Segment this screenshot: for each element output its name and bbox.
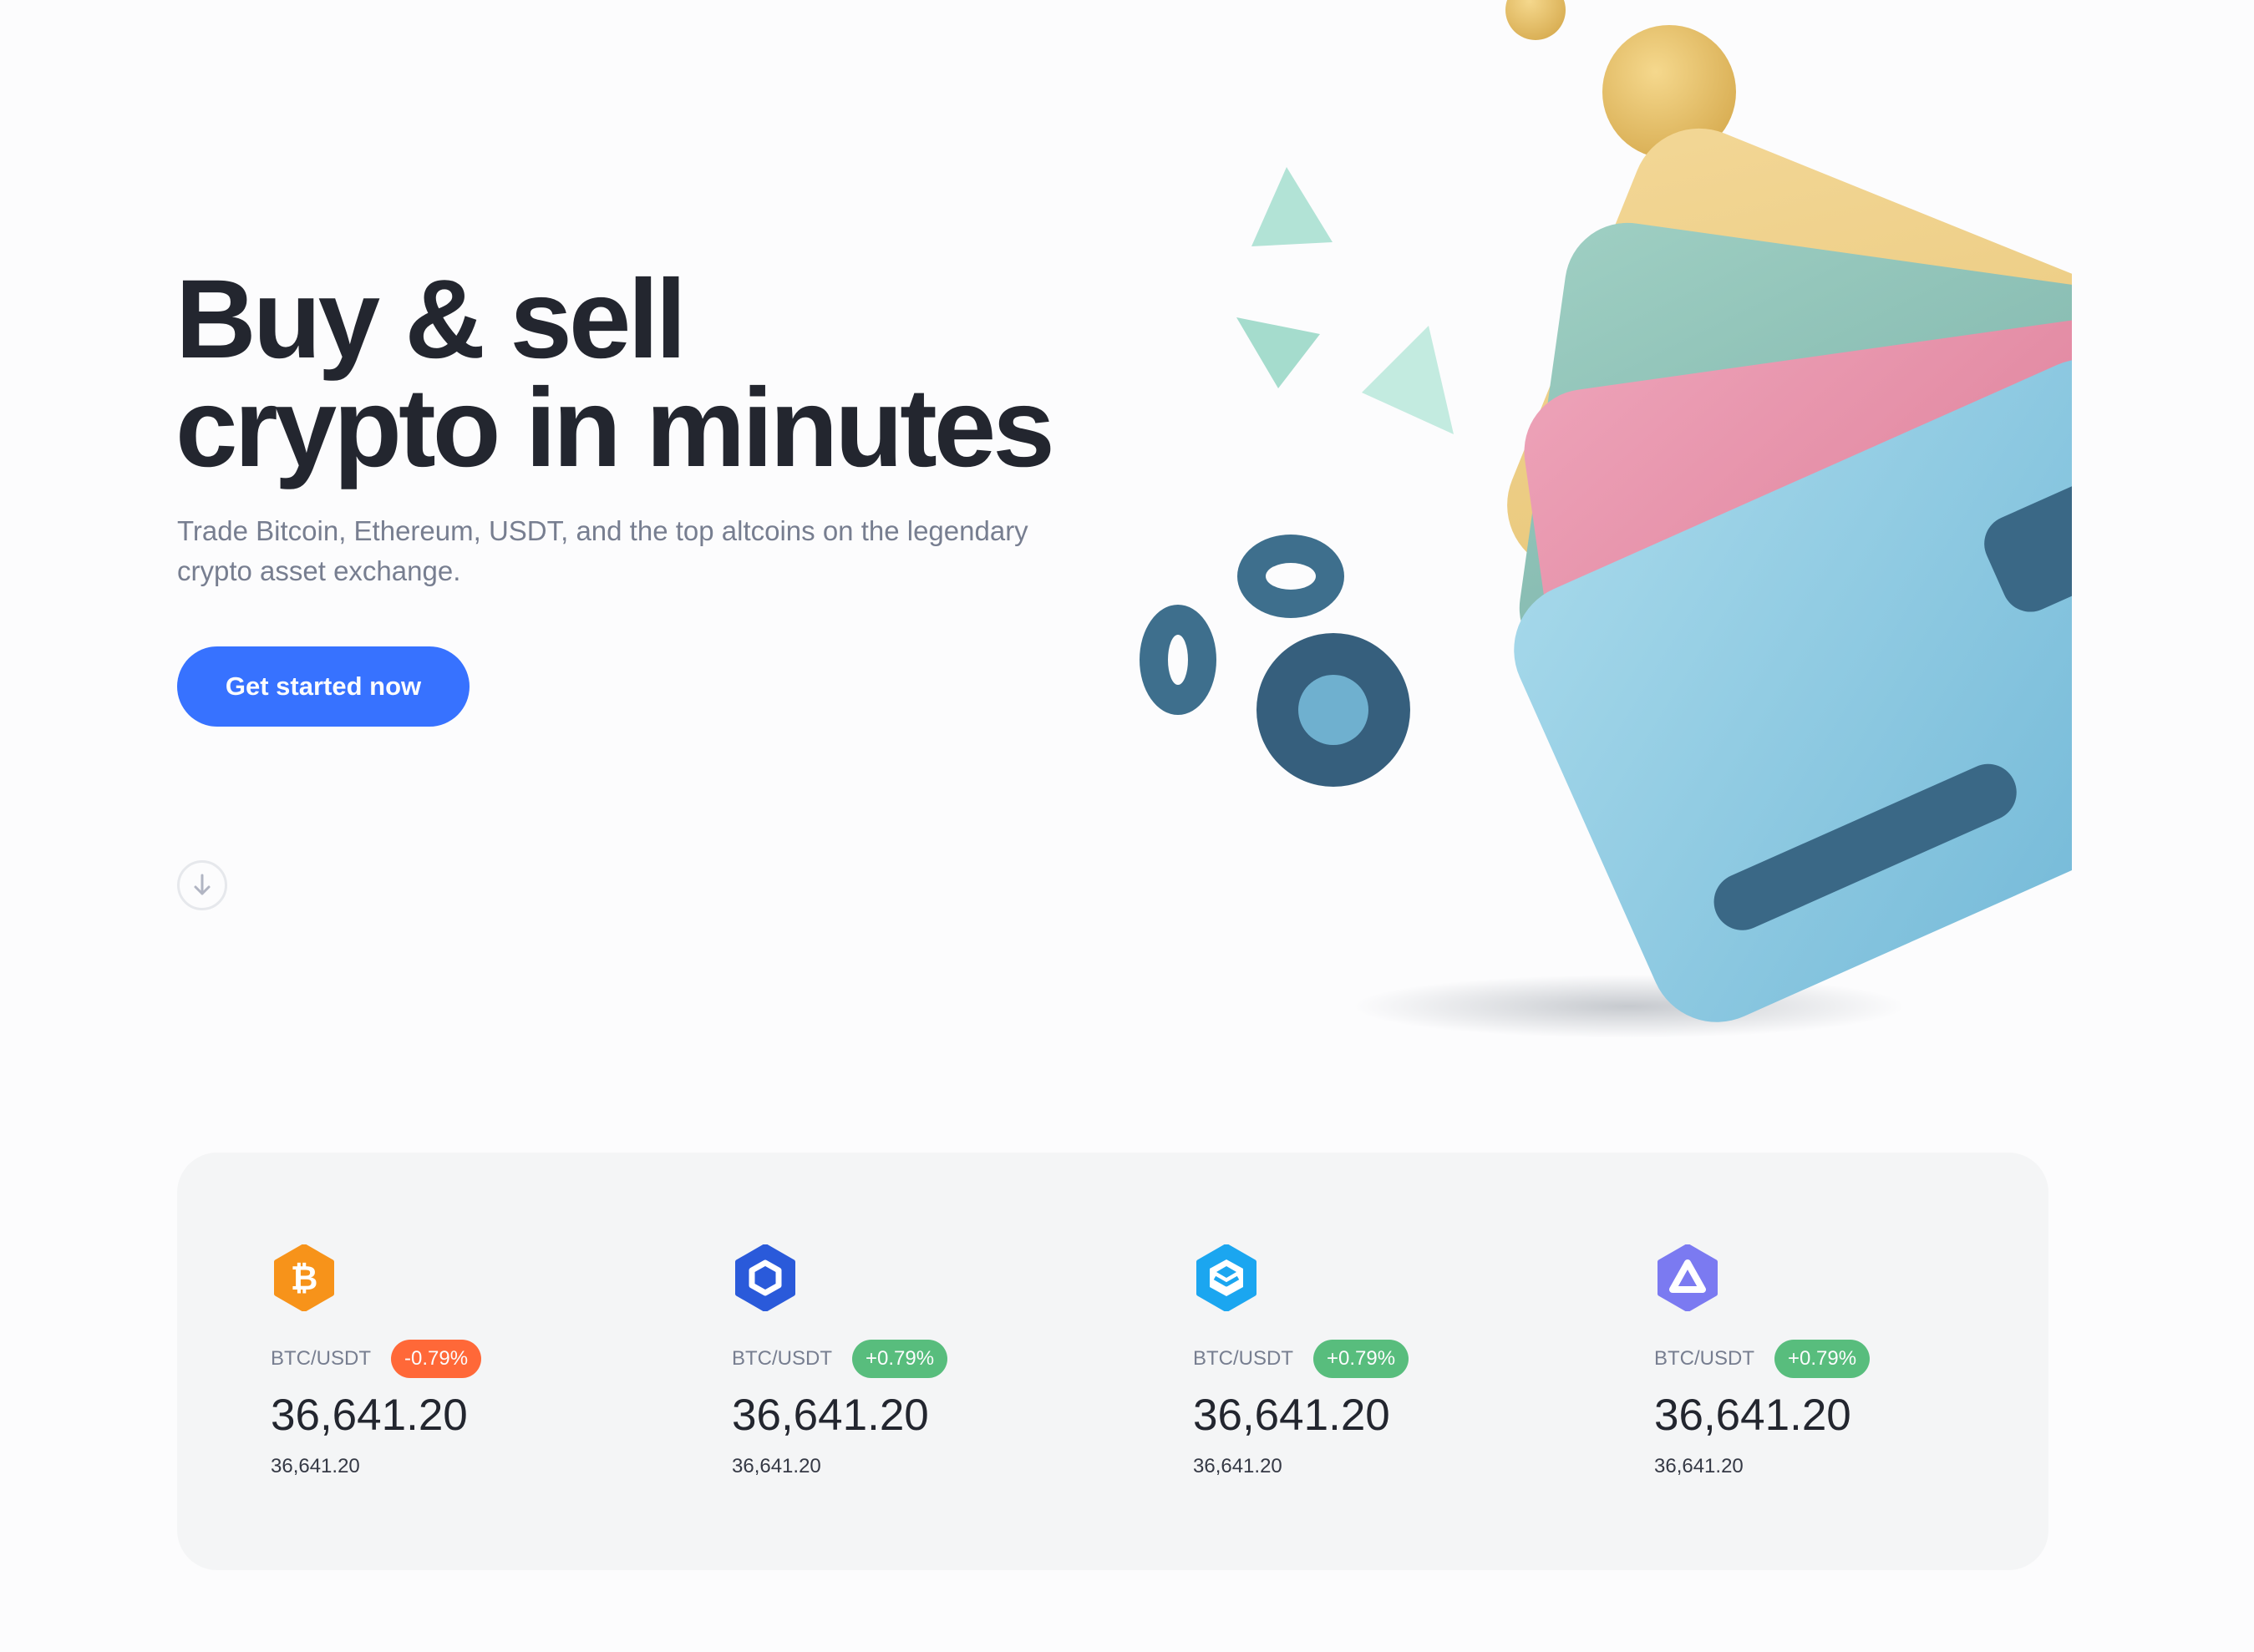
pair-row: BTC/USDT +0.79% — [1654, 1338, 1871, 1380]
triangle-gem-2 — [1236, 317, 1320, 388]
price-value: 36,641.20 — [271, 1391, 468, 1440]
market-ticker-panel: ₿ BTC/USDT -0.79% 36,641.20 36,641.20 BT… — [177, 1153, 2048, 1570]
change-badge: +0.79% — [852, 1340, 948, 1378]
triangle-gem-1 — [1251, 167, 1333, 246]
chainlink-icon — [735, 1244, 795, 1311]
arrow-down-icon — [194, 874, 211, 895]
pair-name: BTC/USDT — [1654, 1347, 1754, 1370]
price-secondary: 36,641.20 — [1193, 1455, 1282, 1477]
market-item-1[interactable]: ₿ BTC/USDT -0.79% 36,641.20 36,641.20 — [177, 1244, 578, 1495]
card-shadow — [1353, 975, 1905, 1038]
pair-row: BTC/USDT -0.79% — [271, 1338, 482, 1380]
bitcoin-icon: ₿ — [274, 1244, 334, 1311]
pair-name: BTC/USDT — [271, 1347, 371, 1370]
svg-text:₿: ₿ — [291, 1259, 318, 1298]
landing-page: Buy & sell crypto in minutes Trade Bitco… — [0, 0, 2254, 1652]
change-badge: +0.79% — [1774, 1340, 1871, 1378]
triangle-token-icon — [1658, 1244, 1718, 1311]
price-secondary: 36,641.20 — [732, 1455, 821, 1477]
change-badge: -0.79% — [391, 1340, 482, 1378]
price-secondary: 36,641.20 — [1654, 1455, 1744, 1477]
market-item-2[interactable]: BTC/USDT +0.79% 36,641.20 36,641.20 — [638, 1244, 1039, 1495]
scroll-down-button[interactable] — [177, 860, 227, 910]
hero-title: Buy & sell crypto in minutes — [175, 257, 1136, 490]
pair-row: BTC/USDT +0.79% — [1193, 1338, 1409, 1380]
price-value: 36,641.20 — [1654, 1391, 1851, 1440]
pair-name: BTC/USDT — [1193, 1347, 1293, 1370]
change-badge: +0.79% — [1313, 1340, 1409, 1378]
get-started-button[interactable]: Get started now — [177, 646, 470, 727]
pair-name: BTC/USDT — [732, 1347, 832, 1370]
hero-subtitle: Trade Bitcoin, Ethereum, USDT, and the t… — [177, 515, 1028, 586]
triangle-gem-3 — [1362, 326, 1454, 434]
hero-title-line-1: Buy & sell — [175, 257, 687, 382]
price-value: 36,641.20 — [1193, 1391, 1390, 1440]
market-item-4[interactable]: BTC/USDT +0.79% 36,641.20 36,641.20 — [1561, 1244, 1962, 1495]
price-secondary: 36,641.20 — [271, 1455, 360, 1477]
ring-front — [1256, 633, 1410, 787]
cube-token-icon — [1196, 1244, 1256, 1311]
pair-row: BTC/USDT +0.79% — [732, 1338, 948, 1380]
hero-title-line-2: crypto in minutes — [175, 366, 1055, 490]
wallet-cards-illustration — [1140, 0, 2072, 1038]
coin-small — [1505, 0, 1566, 40]
price-value: 36,641.20 — [732, 1391, 929, 1440]
ring-left — [1140, 605, 1216, 715]
market-item-3[interactable]: BTC/USDT +0.79% 36,641.20 36,641.20 — [1099, 1244, 1500, 1495]
ring-top — [1237, 535, 1344, 618]
